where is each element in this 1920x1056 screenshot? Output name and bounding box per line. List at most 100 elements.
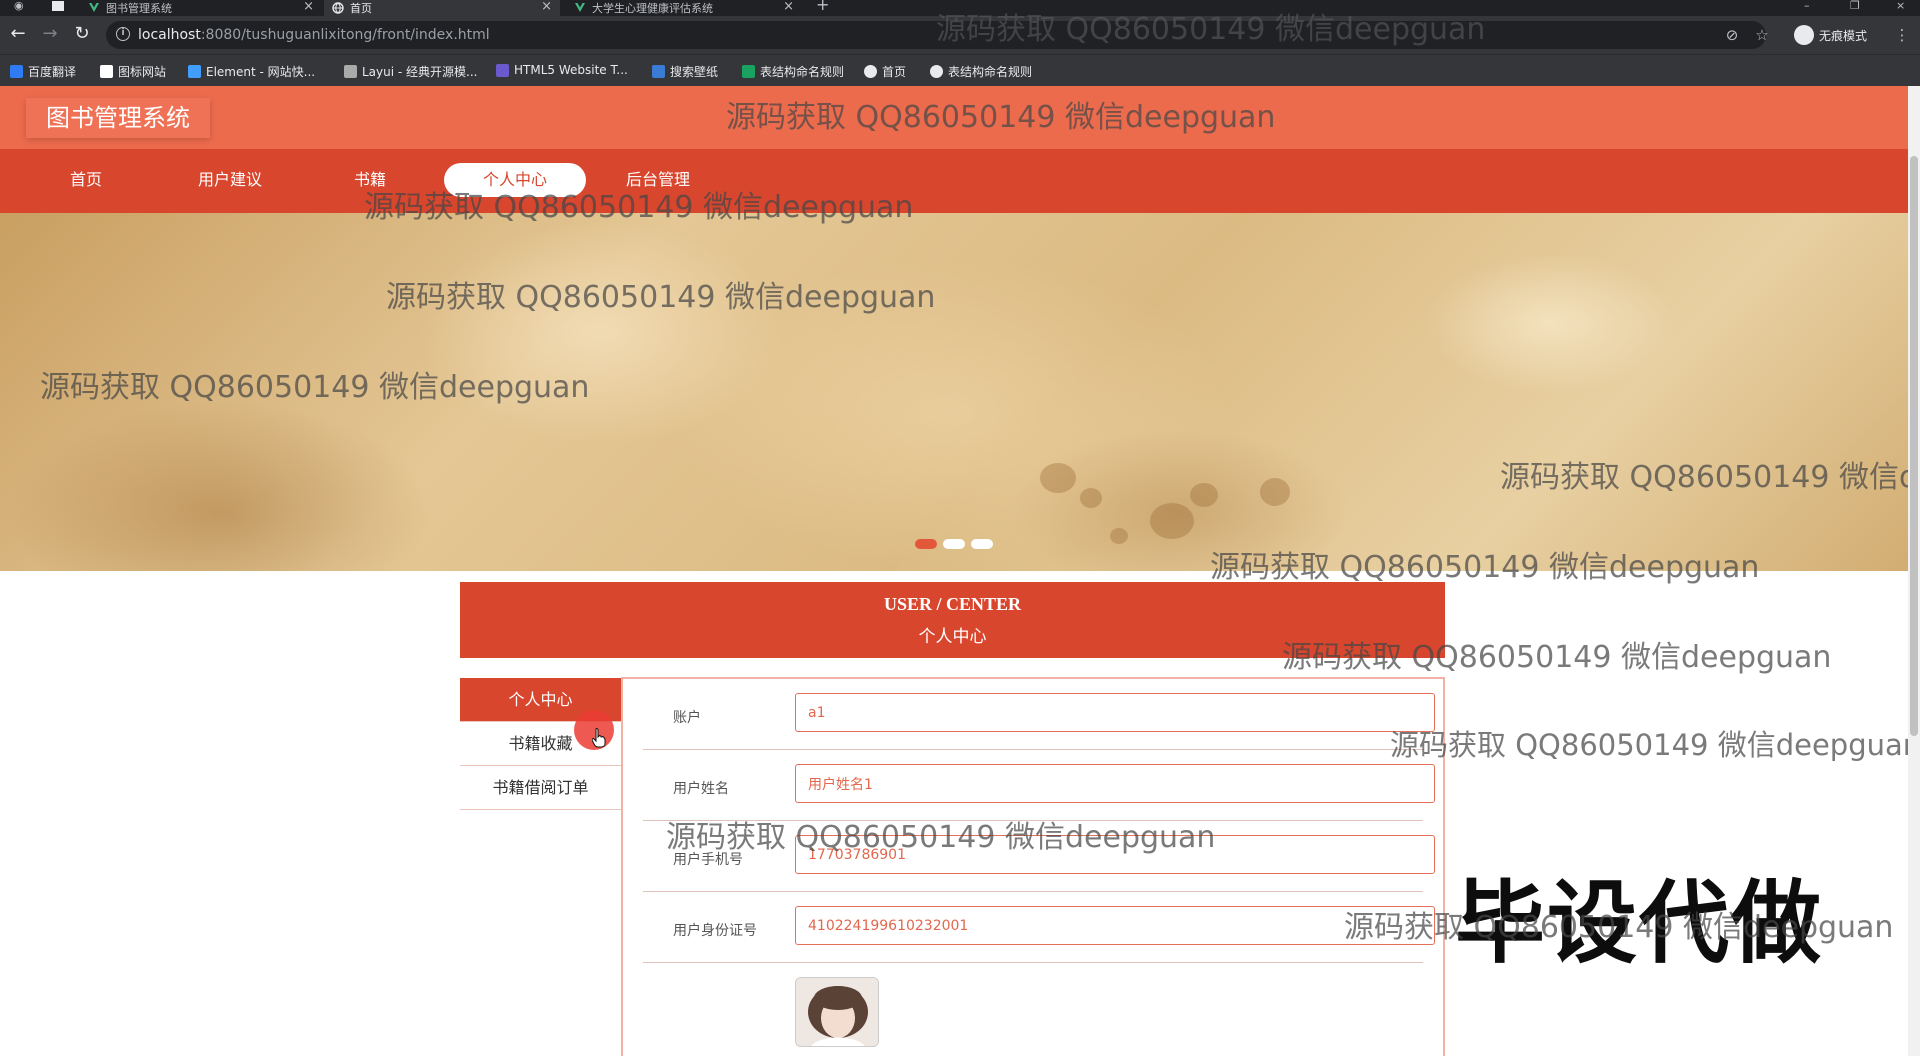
bookmark-label: 百度翻译 [28, 65, 77, 79]
bookmark-label: Element - 网站快... [206, 65, 316, 79]
phone-input[interactable] [795, 835, 1435, 874]
scrollbar-thumb[interactable] [1910, 156, 1918, 736]
vue-icon [89, 3, 99, 12]
id-number-label: 用户身份证号 [673, 923, 757, 939]
bookmark-label: 表结构命名规则 [760, 65, 845, 79]
bookmark-star-icon[interactable]: ☆ [1752, 25, 1772, 45]
nav-books[interactable]: 书籍 [330, 163, 410, 197]
url-host: localhost [138, 27, 201, 43]
bookmark-label: 首页 [882, 65, 907, 79]
carousel-dot[interactable] [915, 539, 937, 549]
browser-tab-psych[interactable]: 大学生心理健康评估系统 × [566, 0, 802, 16]
vue-icon [575, 3, 585, 12]
address-bar[interactable]: i localhost:8080/tushuguanlixitong/front… [106, 21, 1769, 49]
minimize-icon[interactable]: – [1804, 0, 1810, 12]
carousel-dot[interactable] [971, 539, 993, 549]
restore-icon[interactable]: ❐ [1850, 0, 1860, 12]
window-close-icon[interactable]: × [1896, 0, 1905, 12]
nav-user-center[interactable]: 个人中心 [444, 163, 586, 197]
bookmark-label: Layui - 经典开源模... [362, 65, 478, 79]
tab-title: 大学生心理健康评估系统 [592, 2, 713, 15]
bookmark-label: 图标网站 [118, 65, 167, 79]
avatar-portrait-icon [796, 978, 878, 1046]
translate-icon [10, 65, 23, 78]
paper-stain [1150, 503, 1194, 539]
bookmark-item[interactable]: HTML5 Website T... [496, 63, 628, 77]
paper-stain [1040, 463, 1076, 493]
close-icon[interactable]: × [783, 0, 794, 14]
wallpaper-icon [652, 65, 665, 78]
globe-icon [930, 65, 943, 78]
reload-icon[interactable]: ↻ [70, 22, 94, 46]
username-input[interactable] [795, 764, 1435, 803]
bookmark-item[interactable]: Element - 网站快... [188, 63, 315, 80]
account-input[interactable] [795, 693, 1435, 732]
form-row-avatar [643, 963, 1423, 1047]
user-center-title-en: USER / CENTER [883, 594, 1022, 614]
bookmark-label: HTML5 Website T... [514, 63, 628, 77]
nav-admin[interactable]: 后台管理 [608, 163, 708, 197]
site-info-icon[interactable]: i [116, 27, 130, 41]
incognito-indicator[interactable]: 无痕模式 [1794, 25, 1867, 45]
banner-carousel[interactable] [0, 213, 1908, 571]
forward-arrow-icon[interactable]: → [38, 22, 62, 46]
watermark-text: 源码获取 QQ86050149 微信deepguan [1390, 728, 1920, 762]
bookmark-label: 表结构命名规则 [948, 65, 1033, 79]
paper-stain [1080, 488, 1102, 508]
tab-search-icon[interactable] [52, 1, 64, 11]
sheet-icon [742, 65, 755, 78]
bookmark-item[interactable]: 百度翻译 [10, 63, 76, 80]
site-logo[interactable]: 图书管理系统 [26, 98, 210, 138]
tab-title: 首页 [350, 2, 372, 15]
tab-title: 图书管理系统 [106, 2, 172, 15]
bookmarks-bar: 百度翻译 图标网站 Element - 网站快... Layui - 经典开源模… [0, 54, 1920, 86]
back-arrow-icon[interactable]: ← [6, 22, 30, 46]
main-nav: 首页 用户建议 书籍 个人中心 后台管理 [0, 149, 1908, 213]
bookmark-item[interactable]: 图标网站 [100, 63, 166, 80]
form-row-username: 用户姓名 [643, 750, 1435, 821]
browser-toolbar: ← → ↻ i localhost:8080/tushuguanlixitong… [0, 16, 1920, 54]
bookmark-item[interactable]: Layui - 经典开源模... [344, 63, 477, 80]
html5-icon [496, 63, 509, 77]
close-icon[interactable]: × [303, 0, 314, 14]
carousel-dot[interactable] [943, 539, 965, 549]
account-label: 账户 [673, 710, 701, 726]
globe-icon [332, 2, 344, 14]
avatar[interactable] [795, 977, 879, 1047]
incognito-label: 无痕模式 [1819, 28, 1868, 43]
browser-tab-strip: ◉ 图书管理系统 × 首页 × 大学生心理健康评估系统 × + – ❐ × [0, 0, 1920, 16]
bookmark-item[interactable]: 搜索壁纸 [652, 63, 718, 80]
username-label: 用户姓名 [673, 781, 729, 797]
close-icon[interactable]: × [541, 0, 552, 14]
phone-label: 用户手机号 [673, 852, 743, 868]
eye-off-icon[interactable]: ⊘ [1722, 25, 1742, 45]
paper-stain [1190, 483, 1218, 507]
watermark-stamp: 毕设代做 [1455, 871, 1823, 976]
id-number-input[interactable] [795, 906, 1435, 945]
browser-tab-library[interactable]: 图书管理系统 × [80, 0, 322, 16]
nav-home[interactable]: 首页 [46, 163, 126, 197]
chrome-icon: ◉ [14, 0, 24, 12]
menu-kebab-icon[interactable]: ⋮ [1892, 25, 1912, 45]
form-row-id-number: 用户身份证号 [643, 892, 1435, 963]
form-row-account: 账户 [643, 679, 1435, 750]
layui-icon [344, 65, 357, 78]
globe-icon [864, 65, 877, 78]
browser-tab-home[interactable]: 首页 × [324, 0, 560, 16]
user-center-header: USER / CENTER 个人中心 [460, 582, 1445, 658]
nav-suggestions[interactable]: 用户建议 [180, 163, 280, 197]
bookmark-item[interactable]: 表结构命名规则 [930, 63, 1032, 80]
user-center-title-cn: 个人中心 [918, 627, 987, 647]
form-row-phone: 用户手机号 [643, 821, 1435, 892]
profile-form: 账户 用户姓名 用户手机号 用户身份证号 [621, 677, 1445, 1056]
element-icon [188, 65, 201, 78]
bookmark-item[interactable]: 表结构命名规则 [742, 63, 844, 80]
incognito-icon [1794, 25, 1814, 45]
flag-icon [100, 65, 113, 78]
paper-stain [1260, 478, 1290, 506]
sidebar-item-borrow-orders[interactable]: 书籍借阅订单 [460, 766, 621, 810]
bookmark-item[interactable]: 首页 [864, 63, 906, 80]
url-text[interactable]: localhost:8080/tushuguanlixitong/front/i… [138, 27, 490, 43]
new-tab-button[interactable]: + [816, 0, 829, 13]
hand-pointer-icon [592, 728, 606, 748]
